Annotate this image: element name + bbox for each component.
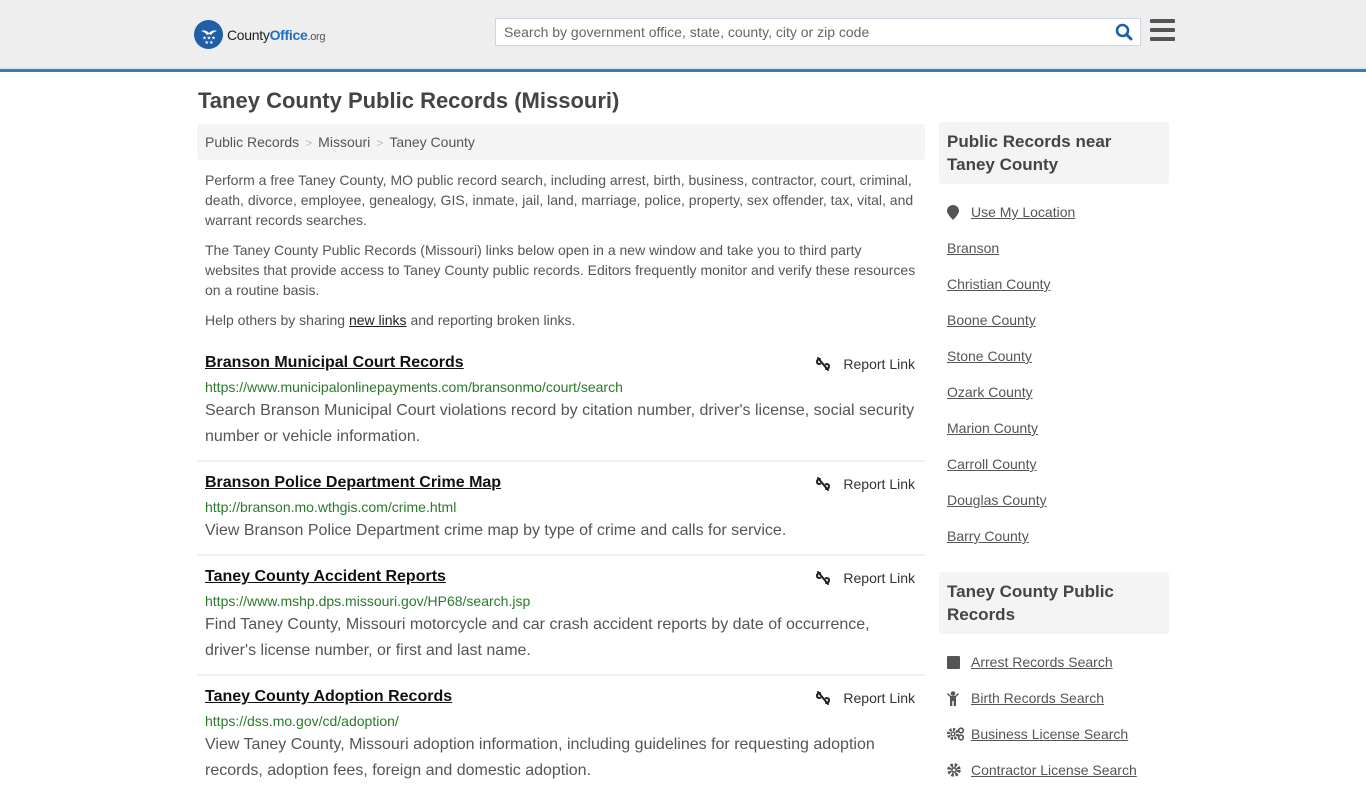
nearby-item: Stone County xyxy=(947,338,1161,374)
breadcrumb: Public Records > Missouri > Taney County xyxy=(197,124,925,160)
record-item: Taney County Accident Reports Report Lin… xyxy=(197,556,925,676)
child-icon xyxy=(947,690,971,706)
nearby-link-branson[interactable]: Branson xyxy=(947,240,999,256)
county-record-item: Business License Search xyxy=(947,716,1161,752)
report-link-button[interactable]: Report Link xyxy=(815,356,915,372)
intro-paragraph-2: The Taney County Public Records (Missour… xyxy=(205,242,916,298)
site-header: ★★★ ★★ CountyOffice.org xyxy=(0,0,1366,72)
record-url: https://www.municipalonlinepayments.com/… xyxy=(205,379,623,395)
contractor-license-search-link[interactable]: Contractor License Search xyxy=(971,762,1137,778)
record-url: http://branson.mo.wthgis.com/crime.html xyxy=(205,499,457,515)
nearby-link-barry-county[interactable]: Barry County xyxy=(947,528,1029,544)
page-title: Taney County Public Records (Missouri) xyxy=(198,88,620,113)
nearby-link-christian-county[interactable]: Christian County xyxy=(947,276,1051,292)
cogs-icon xyxy=(947,727,971,741)
record-title-link[interactable]: Branson Police Department Crime Map xyxy=(205,474,501,492)
nearby-item: Marion County xyxy=(947,410,1161,446)
record-title-link[interactable]: Branson Municipal Court Records xyxy=(205,354,464,372)
breadcrumb-missouri[interactable]: Missouri xyxy=(318,134,370,150)
intro-text: Perform a free Taney County, MO public r… xyxy=(197,170,925,330)
county-record-item: Contractor License Search xyxy=(947,752,1161,788)
breadcrumb-separator: > xyxy=(305,136,313,150)
report-link-button[interactable]: Report Link xyxy=(815,690,915,706)
main-content: Public Records > Missouri > Taney County Per… xyxy=(197,124,925,794)
arrest-records-search-link[interactable]: Arrest Records Search xyxy=(971,654,1113,670)
use-my-location-link[interactable]: Use My Location xyxy=(971,204,1075,220)
county-record-item: Birth Records Search xyxy=(947,680,1161,716)
business-license-search-link[interactable]: Business License Search xyxy=(971,726,1128,742)
nearby-item: Barry County xyxy=(947,518,1161,554)
nearby-link-ozark-county[interactable]: Ozark County xyxy=(947,384,1033,400)
record-item: Branson Municipal Court Records Report L… xyxy=(197,342,925,462)
nearby-records-list: Use My Location Branson Christian County… xyxy=(939,184,1169,564)
county-records-list: Arrest Records Search Birth Records Sear… xyxy=(939,634,1169,798)
birth-records-search-link[interactable]: Birth Records Search xyxy=(971,690,1104,706)
square-icon xyxy=(947,655,971,669)
nearby-item: Boone County xyxy=(947,302,1161,338)
broken-link-icon xyxy=(816,691,831,705)
record-title-link[interactable]: Taney County Adoption Records xyxy=(205,688,452,706)
record-description: View Taney County, Missouri adoption inf… xyxy=(205,736,875,779)
report-link-button[interactable]: Report Link xyxy=(815,570,915,586)
nearby-link-douglas-county[interactable]: Douglas County xyxy=(947,492,1047,508)
nearby-link-carroll-county[interactable]: Carroll County xyxy=(947,456,1036,472)
logo-wordmark: CountyOffice.org xyxy=(227,26,326,43)
nearby-item: Ozark County xyxy=(947,374,1161,410)
breadcrumb-separator: > xyxy=(376,136,384,150)
broken-link-icon xyxy=(816,571,831,585)
breadcrumb-public-records[interactable]: Public Records xyxy=(205,134,299,150)
record-description: View Branson Police Department crime map… xyxy=(205,522,787,539)
nearby-item: Christian County xyxy=(947,266,1161,302)
report-link-button[interactable]: Report Link xyxy=(815,476,915,492)
hamburger-menu-icon[interactable] xyxy=(1150,19,1175,41)
nearby-item: Branson xyxy=(947,230,1161,266)
broken-link-icon xyxy=(816,477,831,491)
sidebar: Public Records near Taney County Use My … xyxy=(939,122,1169,798)
eagle-badge-icon: ★★★ ★★ xyxy=(194,20,223,49)
search-bar xyxy=(495,18,1141,46)
search-button[interactable] xyxy=(1108,19,1140,45)
intro-paragraph-3: Help others by sharing new links and rep… xyxy=(205,312,576,328)
record-description: Find Taney County, Missouri motorcycle a… xyxy=(205,616,870,659)
record-title-link[interactable]: Taney County Accident Reports xyxy=(205,568,446,586)
broken-link-icon xyxy=(816,357,831,371)
breadcrumb-taney-county[interactable]: Taney County xyxy=(389,134,475,150)
svg-text:★★: ★★ xyxy=(204,40,213,45)
search-icon xyxy=(1115,23,1133,41)
record-item: Taney County Adoption Records Report Lin… xyxy=(197,676,925,794)
nearby-link-boone-county[interactable]: Boone County xyxy=(947,312,1036,328)
nearby-item: Carroll County xyxy=(947,446,1161,482)
gear-icon xyxy=(947,763,971,777)
nearby-item: Douglas County xyxy=(947,482,1161,518)
map-marker-icon xyxy=(947,204,971,220)
records-list: Branson Municipal Court Records Report L… xyxy=(197,342,925,794)
nearby-records-heading: Public Records near Taney County xyxy=(939,122,1169,184)
search-input[interactable] xyxy=(496,19,1108,45)
county-record-item: Arrest Records Search xyxy=(947,644,1161,680)
site-logo[interactable]: ★★★ ★★ CountyOffice.org xyxy=(194,20,326,49)
record-description: Search Branson Municipal Court violation… xyxy=(205,402,915,445)
record-item: Branson Police Department Crime Map Repo… xyxy=(197,462,925,556)
record-url: https://dss.mo.gov/cd/adoption/ xyxy=(205,713,399,729)
new-links-link[interactable]: new links xyxy=(349,312,407,328)
record-url: https://www.mshp.dps.missouri.gov/HP68/s… xyxy=(205,593,531,609)
county-records-heading: Taney County Public Records xyxy=(939,572,1169,634)
nearby-link-marion-county[interactable]: Marion County xyxy=(947,420,1038,436)
intro-paragraph-1: Perform a free Taney County, MO public r… xyxy=(205,172,914,228)
use-my-location-item: Use My Location xyxy=(947,194,1161,230)
nearby-link-stone-county[interactable]: Stone County xyxy=(947,348,1032,364)
